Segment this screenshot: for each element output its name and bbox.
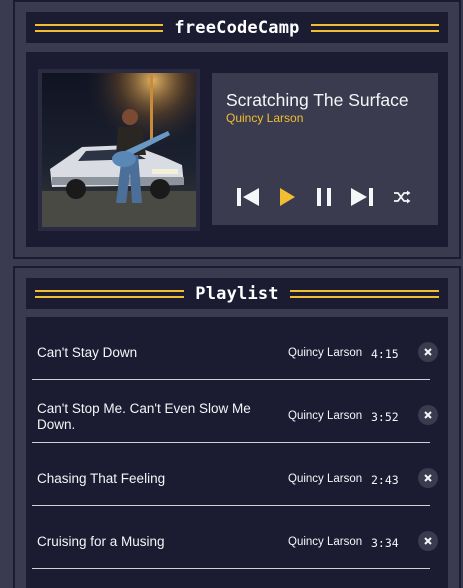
previous-button[interactable] — [235, 185, 261, 209]
current-song-artist: Quincy Larson — [226, 111, 304, 125]
next-button[interactable] — [349, 185, 375, 209]
player-controls — [232, 185, 422, 211]
song-title: Can't Stay Down — [37, 345, 138, 360]
app-title: freeCodeCamp — [174, 17, 300, 38]
close-icon — [424, 411, 432, 419]
song-artist: Quincy Larson — [288, 536, 363, 548]
song-title: Can't Stop Me. Can't Even Slow Me Down. — [37, 401, 251, 432]
playlist-header: Playlist — [26, 278, 448, 309]
song-duration: 3:34 — [371, 536, 399, 550]
player-panel: freeCodeCamp Scratching The Surface Quin… — [13, 0, 461, 259]
decorative-line — [310, 23, 439, 32]
previous-icon — [237, 188, 259, 206]
pause-button[interactable] — [313, 185, 335, 209]
decorative-line — [35, 289, 185, 298]
song-title: Chasing That Feeling — [37, 471, 166, 486]
playlist-song[interactable]: Cruising for a Musing Quincy Larson 3:34 — [32, 506, 438, 569]
player-body: Scratching The Surface Quincy Larson — [26, 52, 448, 247]
playlist-title: Playlist — [195, 283, 279, 304]
delete-song-button[interactable] — [418, 405, 438, 425]
song-artist: Quincy Larson — [288, 347, 363, 359]
play-icon — [280, 188, 295, 206]
delete-song-button[interactable] — [418, 468, 438, 488]
player-header: freeCodeCamp — [26, 12, 448, 43]
close-icon — [424, 474, 432, 482]
song-artist: Quincy Larson — [288, 410, 363, 422]
playlist-panel: Playlist Can't Stay Down Quincy Larson 4… — [13, 266, 461, 588]
play-button[interactable] — [276, 185, 298, 209]
album-art-icon — [42, 73, 196, 227]
current-song-title: Scratching The Surface — [226, 90, 409, 110]
playlist-list: Can't Stay Down Quincy Larson 4:15 Can't… — [26, 317, 448, 588]
song-duration: 3:52 — [371, 410, 399, 424]
close-icon — [424, 348, 432, 356]
song-duration: 2:43 — [371, 473, 399, 487]
close-icon — [424, 537, 432, 545]
delete-song-button[interactable] — [418, 531, 438, 551]
song-artist: Quincy Larson — [288, 473, 363, 485]
song-title: Cruising for a Musing — [37, 534, 165, 549]
song-duration: 4:15 — [371, 347, 399, 361]
song-display: Scratching The Surface Quincy Larson — [212, 73, 438, 225]
playlist-song[interactable]: Chasing That Feeling Quincy Larson 2:43 — [32, 443, 438, 506]
next-icon — [351, 188, 373, 206]
decorative-line — [289, 289, 440, 298]
shuffle-icon — [394, 190, 411, 204]
playlist-song[interactable]: Can't Stay Down Quincy Larson 4:15 — [32, 317, 438, 380]
playlist-song[interactable]: Can't Stop Me. Can't Even Slow Me Down. … — [32, 380, 438, 443]
decorative-line — [35, 23, 164, 32]
delete-song-button[interactable] — [418, 342, 438, 362]
album-art — [38, 69, 200, 231]
shuffle-button[interactable] — [390, 185, 414, 209]
pause-icon — [317, 188, 331, 206]
